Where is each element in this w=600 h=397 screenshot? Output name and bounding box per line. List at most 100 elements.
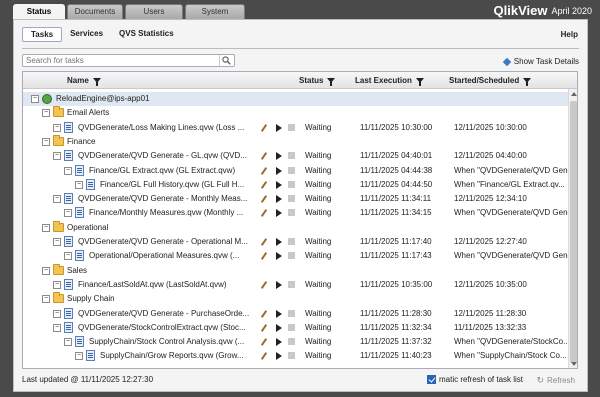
edit-icon[interactable] [260, 195, 268, 203]
start-icon[interactable] [276, 323, 282, 332]
scroll-up-icon[interactable] [571, 92, 577, 96]
collapse-toggle-icon[interactable]: − [53, 123, 61, 132]
checkbox-icon[interactable] [427, 375, 436, 384]
collapse-toggle-icon[interactable]: − [42, 109, 50, 118]
collapse-toggle-icon[interactable]: − [53, 323, 61, 332]
collapse-toggle-icon[interactable]: − [31, 95, 39, 103]
vertical-scrollbar[interactable] [568, 89, 577, 368]
refresh-button[interactable]: ↻ Refresh [536, 375, 575, 386]
filter-icon[interactable] [92, 78, 101, 86]
engine-row[interactable]: − ReloadEngine@ips-app01 [23, 92, 569, 106]
edit-icon[interactable] [260, 352, 268, 361]
filter-icon[interactable] [327, 78, 336, 86]
filter-icon[interactable] [523, 78, 532, 86]
edit-icon[interactable] [260, 152, 268, 161]
scroll-down-icon[interactable] [571, 362, 577, 366]
task-row[interactable]: − Finance/Monthly Measures.qvw (Monthly .… [23, 206, 572, 220]
collapse-toggle-icon[interactable]: − [42, 266, 50, 275]
folder-row[interactable]: − Supply Chain [23, 292, 569, 306]
task-row[interactable]: − Finance/LastSoldAt.qvw (LastSoldAt.qvw)… [23, 278, 569, 292]
stop-icon[interactable] [288, 309, 295, 317]
collapse-toggle-icon[interactable]: − [53, 238, 61, 246]
collapse-toggle-icon[interactable]: − [42, 223, 50, 232]
task-row[interactable]: − Finance/GL Full History.qvw (GL Full H.… [23, 178, 569, 192]
start-icon[interactable] [276, 338, 282, 347]
start-icon[interactable] [276, 123, 282, 132]
edit-icon[interactable] [260, 180, 268, 189]
stop-icon[interactable] [288, 352, 295, 360]
auto-refresh-checkbox[interactable]: matic refresh of task list [427, 375, 523, 384]
start-icon[interactable] [276, 209, 282, 218]
subtab-services[interactable]: Services [62, 27, 111, 42]
task-row[interactable]: − QVDGenerate/Loss Making Lines.qvw (Loss… [23, 121, 569, 135]
task-row[interactable]: − SupplyChain/Stock Control Analysis.qvw … [23, 335, 570, 349]
collapse-toggle-icon[interactable]: − [64, 209, 72, 218]
stop-icon[interactable] [288, 195, 295, 203]
stop-icon[interactable] [288, 252, 295, 260]
folder-row[interactable]: − Sales [23, 263, 569, 278]
col-status[interactable]: Status [299, 76, 336, 86]
start-icon[interactable] [276, 195, 282, 204]
col-name[interactable]: Name [67, 76, 101, 86]
task-row[interactable]: − QVDGenerate/QVD Generate - Monthly Meas… [23, 192, 569, 206]
scroll-thumb[interactable] [570, 101, 577, 363]
edit-icon[interactable] [260, 252, 268, 261]
stop-icon[interactable] [288, 280, 295, 288]
start-icon[interactable] [276, 166, 282, 175]
collapse-toggle-icon[interactable]: − [64, 166, 72, 175]
start-icon[interactable] [276, 238, 282, 246]
stop-icon[interactable] [288, 338, 295, 346]
collapse-toggle-icon[interactable]: − [75, 352, 83, 361]
task-row[interactable]: − Operational/Operational Measures.qvw (.… [23, 249, 572, 263]
edit-icon[interactable] [260, 309, 268, 318]
start-icon[interactable] [276, 280, 282, 289]
collapse-toggle-icon[interactable]: − [64, 338, 72, 347]
start-icon[interactable] [276, 252, 282, 261]
collapse-toggle-icon[interactable]: − [53, 309, 61, 318]
collapse-toggle-icon[interactable]: − [53, 195, 61, 204]
edit-icon[interactable] [260, 281, 268, 289]
search-icon[interactable] [219, 55, 233, 66]
filter-icon[interactable] [415, 78, 424, 86]
collapse-toggle-icon[interactable]: − [53, 152, 61, 161]
col-last-execution[interactable]: Last Execution [355, 76, 424, 86]
task-row[interactable]: − QVDGenerate/StockControlExtract.qvw (St… [23, 321, 569, 335]
tab-status[interactable]: Status [13, 4, 65, 19]
collapse-toggle-icon[interactable]: − [42, 295, 50, 304]
start-icon[interactable] [276, 309, 282, 318]
edit-icon[interactable] [260, 209, 268, 218]
stop-icon[interactable] [288, 209, 295, 217]
folder-row[interactable]: − Email Alerts [23, 106, 569, 120]
folder-row[interactable]: − Finance [23, 134, 569, 149]
task-row[interactable]: − QVDGenerate/QVD Generate - GL.qvw (QVD.… [23, 149, 569, 163]
task-row[interactable]: − SupplyChain/Grow Reports.qvw (Grow... Wa… [23, 349, 569, 363]
task-row[interactable]: − Finance/GL Extract.qvw (GL Extract.qvw)… [23, 164, 572, 178]
edit-icon[interactable] [260, 238, 268, 246]
edit-icon[interactable] [260, 338, 268, 346]
col-started-scheduled[interactable]: Started/Scheduled [449, 76, 532, 86]
collapse-toggle-icon[interactable]: − [42, 137, 50, 146]
stop-icon[interactable] [288, 166, 295, 174]
subtab-tasks[interactable]: Tasks [22, 27, 63, 42]
tab-documents[interactable]: Documents [67, 4, 123, 19]
search-input[interactable] [22, 54, 235, 67]
help-link[interactable]: Help [561, 30, 578, 39]
collapse-toggle-icon[interactable]: − [53, 280, 61, 289]
stop-icon[interactable] [288, 123, 295, 131]
start-icon[interactable] [276, 180, 282, 189]
start-icon[interactable] [276, 152, 282, 161]
edit-icon[interactable] [260, 166, 268, 175]
edit-icon[interactable] [260, 323, 268, 332]
stop-icon[interactable] [288, 323, 295, 331]
task-row[interactable]: − QVDGenerate/QVD Generate - PurchaseOrde… [23, 307, 569, 321]
collapse-toggle-icon[interactable]: − [64, 252, 72, 261]
edit-icon[interactable] [260, 123, 268, 132]
show-task-details-link[interactable]: Show Task Details [502, 57, 579, 66]
stop-icon[interactable] [288, 180, 295, 188]
folder-row[interactable]: − Operational [23, 220, 569, 235]
collapse-toggle-icon[interactable]: − [75, 180, 83, 189]
stop-icon[interactable] [288, 238, 295, 245]
tab-users[interactable]: Users [125, 4, 183, 19]
tab-system[interactable]: System [185, 4, 245, 19]
stop-icon[interactable] [288, 152, 295, 160]
